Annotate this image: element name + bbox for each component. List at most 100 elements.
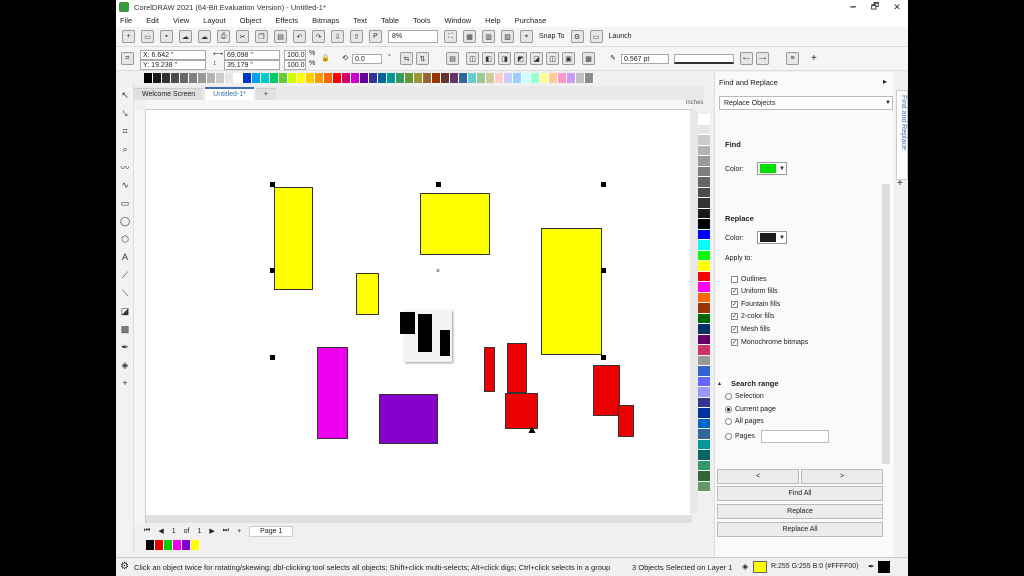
add-docker-icon[interactable]: +	[897, 178, 903, 189]
color-swatch[interactable]	[279, 73, 288, 83]
outline-width-field[interactable]: 0.567 pt	[621, 54, 669, 64]
y-position-field[interactable]: Y: 19.238 "	[140, 60, 206, 70]
cut-icon[interactable]: ✂	[236, 30, 249, 43]
freehand-tool-icon[interactable]: 〰	[118, 160, 132, 174]
shape-tool-icon[interactable]: ⤥	[118, 106, 132, 120]
color-swatch[interactable]	[396, 73, 405, 83]
uniform-fills-checkbox[interactable]: ✓ Uniform fills	[731, 288, 778, 295]
color-swatch[interactable]	[306, 73, 315, 83]
color-swatch[interactable]	[698, 429, 710, 440]
drawing-canvas[interactable]: × ▲	[146, 110, 692, 516]
back-minus-front-icon[interactable]: ◫	[546, 52, 559, 65]
scale-width-field[interactable]: 100.0	[284, 50, 306, 60]
tab-untitled-1[interactable]: Untitled-1*	[205, 87, 254, 100]
color-swatch[interactable]	[191, 540, 200, 550]
color-swatch[interactable]	[333, 73, 342, 83]
color-swatch[interactable]	[698, 250, 710, 261]
transparency-tool-icon[interactable]: ▩	[118, 322, 132, 336]
selection-handle[interactable]	[270, 182, 275, 187]
menu-table[interactable]: Table	[381, 16, 399, 25]
monochrome-bitmaps-checkbox[interactable]: ✓ Monochrome bitmaps	[731, 339, 808, 346]
color-swatch[interactable]	[698, 156, 710, 167]
color-swatch[interactable]	[146, 540, 155, 550]
color-swatch[interactable]	[477, 73, 486, 83]
arrowhead-start-icon[interactable]: ⤎	[740, 52, 753, 65]
color-swatch[interactable]	[180, 73, 189, 83]
replace-mode-dropdown[interactable]: Replace Objects	[719, 96, 893, 110]
color-swatch[interactable]	[324, 73, 333, 83]
selection-handle[interactable]	[270, 268, 275, 273]
lock-ratio-icon[interactable]: 🔒	[321, 54, 330, 62]
save-icon[interactable]: ▪	[160, 30, 173, 43]
simplify-icon[interactable]: ◩	[514, 52, 527, 65]
collapse-icon[interactable]: ▴	[718, 380, 721, 387]
fountain-fills-checkbox[interactable]: ✓ Fountain fills	[731, 301, 780, 308]
color-swatch[interactable]	[698, 408, 710, 419]
color-swatch[interactable]	[351, 73, 360, 83]
pages-radio[interactable]: Pages	[725, 433, 755, 440]
color-swatch[interactable]	[216, 73, 225, 83]
replace-color-picker[interactable]: ▼	[757, 231, 787, 244]
quick-customize-icon[interactable]: ≡	[786, 52, 799, 65]
import-icon[interactable]: ⇩	[331, 30, 344, 43]
monochrome-bitmap-group[interactable]	[400, 310, 452, 362]
color-swatch[interactable]	[585, 73, 594, 83]
menu-tools[interactable]: Tools	[413, 16, 431, 25]
color-swatch[interactable]	[698, 240, 710, 251]
color-swatch[interactable]	[468, 73, 477, 83]
replace-all-button[interactable]: Replace All	[717, 522, 883, 537]
crop-tool-icon[interactable]: ⌗	[118, 124, 132, 138]
open-icon[interactable]: ▭	[141, 30, 154, 43]
color-swatch[interactable]	[540, 73, 549, 83]
line-style-selector[interactable]	[674, 54, 734, 64]
color-swatch[interactable]	[297, 73, 306, 83]
color-swatch[interactable]	[698, 145, 710, 156]
x-position-field[interactable]: X: 6.642 "	[140, 50, 206, 60]
color-swatch[interactable]	[495, 73, 504, 83]
print-icon[interactable]: ⎙	[217, 30, 230, 43]
color-swatch[interactable]	[155, 540, 164, 550]
color-swatch[interactable]	[567, 73, 576, 83]
color-swatch[interactable]	[698, 397, 710, 408]
color-swatch[interactable]	[698, 229, 710, 240]
replace-button[interactable]: Replace	[717, 504, 883, 519]
menu-bitmaps[interactable]: Bitmaps	[312, 16, 339, 25]
show-grid-icon[interactable]: ▥	[482, 30, 495, 43]
color-swatch[interactable]	[315, 73, 324, 83]
color-swatch[interactable]	[441, 73, 450, 83]
color-swatch[interactable]	[531, 73, 540, 83]
add-icon[interactable]: +	[811, 53, 817, 64]
red-rectangle[interactable]	[484, 347, 495, 392]
cloud-upload-icon[interactable]: ☁	[179, 30, 192, 43]
color-swatch[interactable]	[504, 73, 513, 83]
color-swatch[interactable]	[207, 73, 216, 83]
yellow-rectangle-tall-right[interactable]	[541, 228, 602, 355]
find-all-button[interactable]: Find All	[717, 486, 883, 501]
color-swatch[interactable]	[698, 124, 710, 135]
pages-range-input[interactable]	[761, 430, 829, 443]
drop-shadow-icon[interactable]: ◪	[118, 304, 132, 318]
next-result-button[interactable]: >	[801, 469, 883, 484]
find-replace-side-tab[interactable]: Find and Replace	[896, 90, 908, 180]
weld-icon[interactable]: ◫	[466, 52, 479, 65]
next-page-icon[interactable]: ▶	[209, 527, 214, 535]
width-field[interactable]: 69.098 "	[224, 50, 280, 60]
menu-purchase[interactable]: Purchase	[515, 16, 547, 25]
color-swatch[interactable]	[459, 73, 468, 83]
add-page-icon[interactable]: +	[237, 528, 241, 535]
purple-rectangle[interactable]	[379, 394, 438, 444]
show-rulers-icon[interactable]: ▦	[463, 30, 476, 43]
color-swatch[interactable]	[173, 540, 182, 550]
color-swatch[interactable]	[423, 73, 432, 83]
two-color-fills-checkbox[interactable]: ✓ 2-color fills	[731, 313, 774, 320]
align-icon[interactable]: ▤	[446, 52, 459, 65]
combine-icon[interactable]: ▦	[582, 52, 595, 65]
menu-text[interactable]: Text	[353, 16, 367, 25]
color-swatch[interactable]	[549, 73, 558, 83]
all-pages-radio[interactable]: All pages	[725, 418, 764, 425]
color-swatch[interactable]	[698, 208, 710, 219]
color-swatch[interactable]	[164, 540, 173, 550]
menu-view[interactable]: View	[173, 16, 189, 25]
fill-color-swatch[interactable]	[753, 561, 767, 573]
color-swatch[interactable]	[486, 73, 495, 83]
